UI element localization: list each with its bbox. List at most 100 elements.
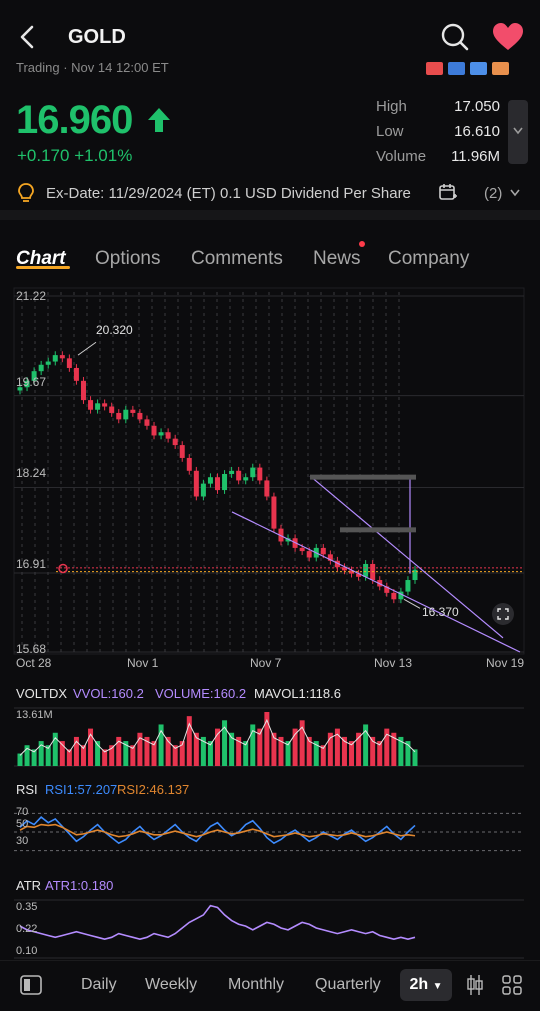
candle-body — [306, 551, 312, 558]
rsi-level: 50 — [16, 818, 29, 830]
volume-indicator-name[interactable]: VOLTDX — [16, 686, 67, 701]
date-tick: Nov 13 — [374, 656, 413, 670]
lower-trend-line — [231, 511, 521, 653]
candle-body — [116, 412, 122, 420]
tab-comments[interactable]: Comments — [191, 248, 283, 270]
rsi2-line — [19, 823, 416, 838]
candlestick-type-icon[interactable] — [466, 974, 484, 996]
price-up-arrow-icon — [148, 108, 170, 132]
expand-stats-button[interactable] — [508, 100, 528, 164]
zone-bar — [310, 474, 416, 480]
sidebar-toggle-icon[interactable] — [20, 975, 42, 995]
price-chart[interactable] — [0, 284, 540, 674]
candle-body — [320, 547, 326, 555]
page-title: GOLD — [68, 26, 126, 48]
candle-body — [207, 477, 213, 484]
candle-body — [193, 470, 199, 497]
tab-company[interactable]: Company — [388, 248, 469, 270]
period-weekly[interactable]: Weekly — [145, 976, 197, 994]
tab-news[interactable]: News — [313, 248, 361, 270]
candle-body — [165, 432, 171, 439]
rsi-level: 30 — [16, 835, 29, 847]
rsi-chart[interactable] — [0, 802, 540, 864]
atr1-line — [19, 904, 416, 941]
candle-body — [80, 380, 86, 401]
rsi-indicator-name[interactable]: RSI — [16, 782, 38, 797]
date-tick: Oct 28 — [16, 656, 52, 670]
atr-indicator-name[interactable]: ATR — [16, 878, 41, 893]
fullscreen-button[interactable] — [492, 603, 514, 625]
chart-grid — [13, 287, 525, 655]
candle-body — [299, 547, 305, 552]
candle-body — [179, 445, 185, 458]
candle-body — [45, 361, 51, 365]
candle-body — [391, 592, 397, 600]
dividend-count: (2) — [484, 185, 503, 202]
candle-body — [38, 364, 44, 372]
high-marker-line — [77, 341, 97, 356]
upper-trend-line — [309, 475, 504, 639]
atr-chart[interactable] — [0, 898, 540, 960]
calendar-add-icon[interactable] — [438, 182, 458, 202]
price-tick: 18.24 — [16, 466, 47, 480]
flag-icon — [426, 62, 443, 75]
back-arrow-icon[interactable] — [14, 22, 44, 52]
candle-body — [66, 358, 72, 368]
high-value: 17.050 — [454, 98, 500, 115]
candle-body — [137, 412, 143, 420]
date-tick: Nov 1 — [127, 656, 159, 670]
low-value: 16.610 — [454, 123, 500, 140]
grid-layout-icon[interactable] — [502, 975, 522, 995]
volume-chart[interactable] — [0, 706, 540, 768]
candle-body — [158, 432, 164, 436]
period-monthly[interactable]: Monthly — [228, 976, 284, 994]
caret-down-icon: ▼ — [432, 981, 443, 992]
atr-line — [14, 899, 524, 959]
flag-icon — [448, 62, 465, 75]
trading-status: Trading · Nov 14 12:00 ET — [16, 60, 169, 75]
market-flags — [426, 62, 526, 76]
candle-body — [130, 409, 136, 413]
favorite-heart-icon[interactable] — [492, 22, 524, 52]
volume-bars — [14, 707, 524, 767]
candle-body — [229, 470, 235, 474]
candle-body — [236, 470, 242, 481]
price-tick: 15.68 — [16, 642, 47, 656]
candle-body — [257, 467, 263, 481]
candle-body — [222, 474, 228, 491]
candle-body — [151, 425, 157, 436]
candle-body — [73, 367, 79, 381]
low-label: Low — [376, 123, 404, 140]
tab-bar: Chart Options Comments News Company — [0, 240, 540, 280]
period-selector[interactable]: 2h ▼ — [400, 969, 452, 1001]
active-tab-underline — [16, 266, 70, 269]
high-marker-label: 20.320 — [96, 323, 133, 337]
lightbulb-icon — [18, 183, 34, 202]
candle-body — [109, 406, 115, 413]
period-daily[interactable]: Daily — [81, 976, 117, 994]
candle-body — [243, 477, 249, 481]
search-icon[interactable] — [440, 22, 470, 52]
candle-body — [363, 563, 369, 577]
candle-body — [144, 419, 150, 426]
tab-options[interactable]: Options — [95, 248, 160, 270]
top-bar: GOLD Trading · Nov 14 12:00 ET — [0, 0, 540, 75]
candle-body — [215, 477, 220, 491]
dividend-row[interactable]: Ex-Date: 11/29/2024 (ET) 0.1 USD Dividen… — [0, 180, 540, 208]
date-tick: Nov 19 — [486, 656, 525, 670]
rsi1-value: RSI1:57.207 — [45, 782, 118, 797]
low-marker-line — [403, 598, 421, 609]
atr-tick: 0.35 — [16, 901, 38, 913]
expand-icon — [497, 608, 509, 620]
dividend-text: Ex-Date: 11/29/2024 (ET) 0.1 USD Dividen… — [46, 185, 411, 202]
last-price: 16.960 — [16, 98, 133, 142]
rsi2-value: RSI2:46.137 — [117, 782, 190, 797]
candle-body — [59, 355, 65, 359]
candle-body — [123, 409, 129, 420]
section-divider — [0, 210, 540, 220]
candle-body — [88, 400, 94, 410]
selected-period: 2h — [409, 976, 429, 993]
zone-bar — [340, 527, 416, 533]
period-quarterly[interactable]: Quarterly — [315, 976, 381, 994]
volume-bar — [17, 753, 23, 766]
